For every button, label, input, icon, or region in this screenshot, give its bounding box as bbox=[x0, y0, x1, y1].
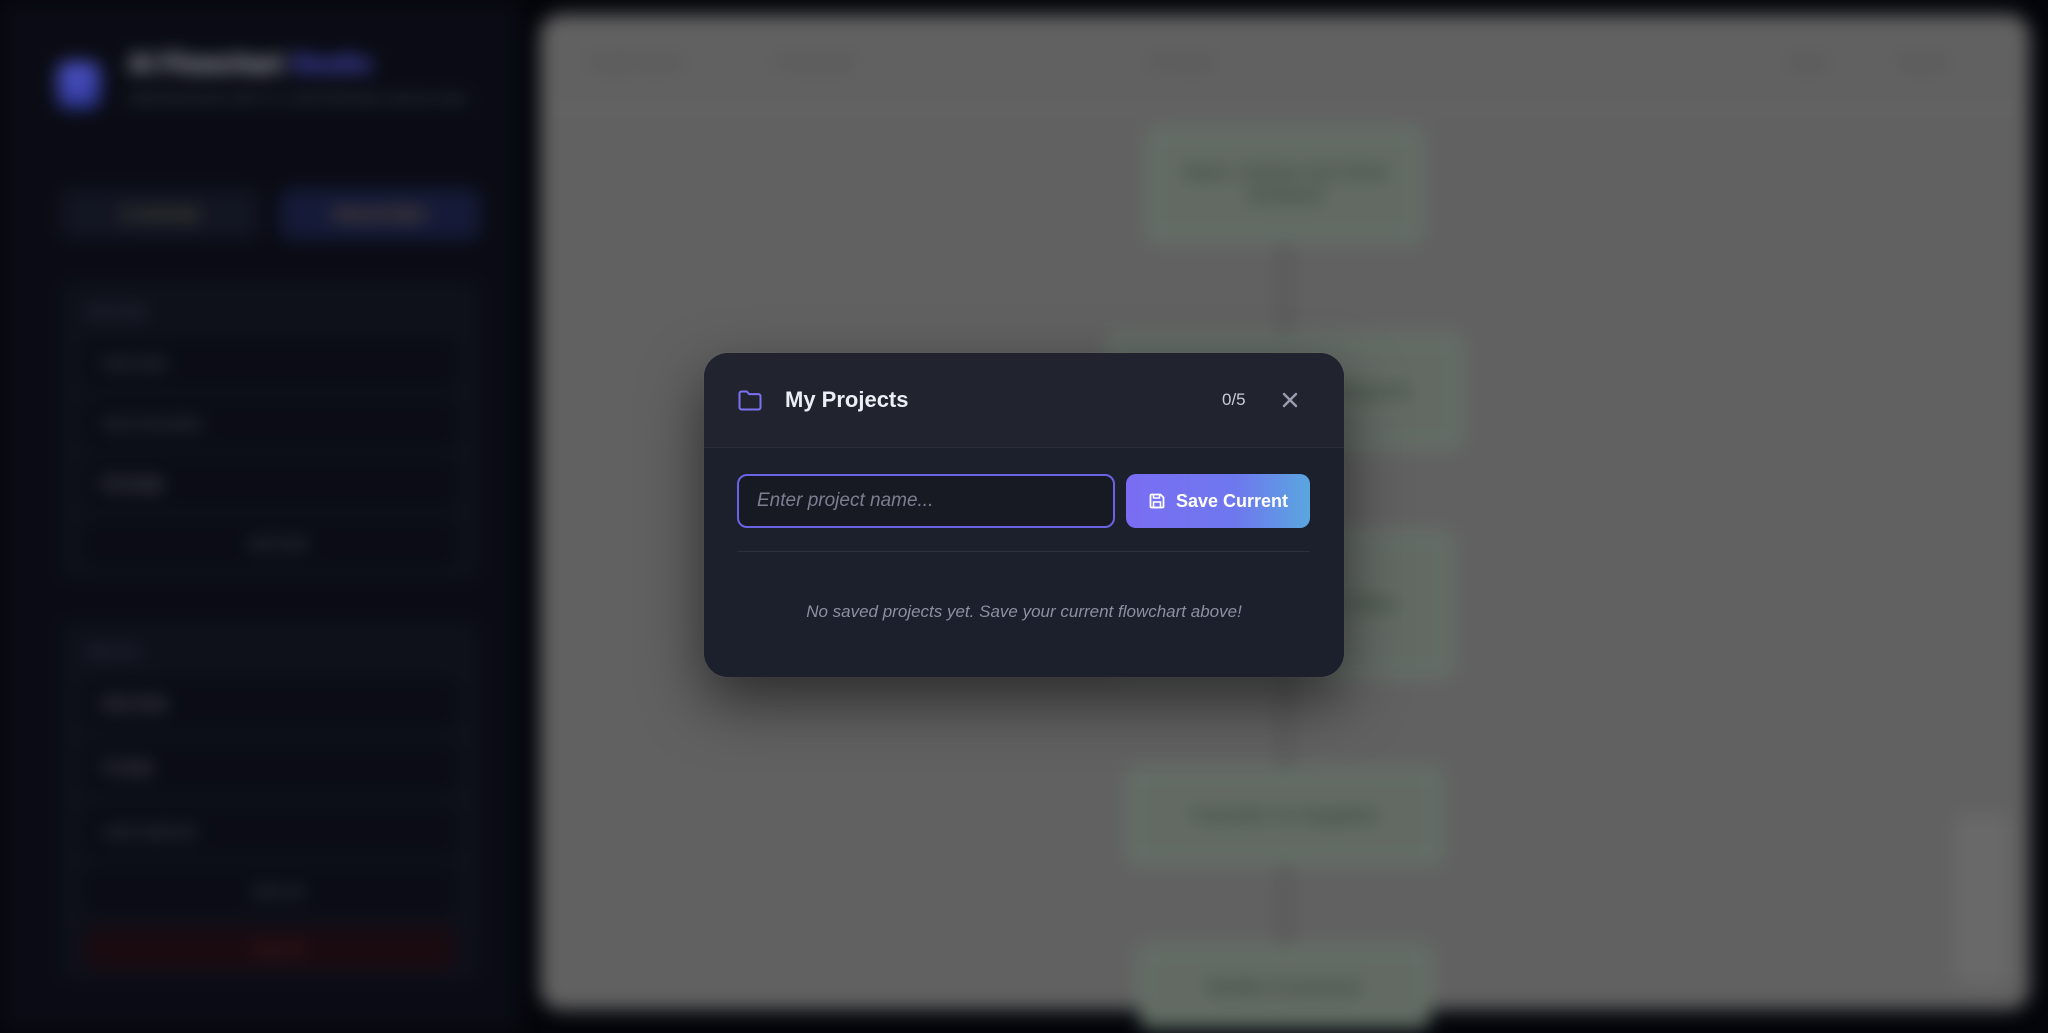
save-current-button[interactable]: Save Current bbox=[1126, 474, 1310, 528]
divider bbox=[737, 551, 1310, 552]
project-count-badge: 0/5 bbox=[1222, 390, 1246, 409]
close-button[interactable] bbox=[1276, 386, 1304, 414]
project-name-input[interactable] bbox=[737, 474, 1115, 528]
save-button-label: Save Current bbox=[1175, 490, 1289, 511]
save-icon bbox=[1149, 493, 1165, 509]
projects-modal: My Projects 0/5 Save Current No saved pr… bbox=[704, 353, 1344, 677]
folder-icon bbox=[737, 388, 763, 412]
close-icon bbox=[1282, 392, 1298, 408]
modal-header: My Projects 0/5 bbox=[704, 353, 1344, 448]
modal-title: My Projects bbox=[785, 387, 909, 412]
empty-projects-message: No saved projects yet. Save your current… bbox=[806, 602, 1242, 621]
